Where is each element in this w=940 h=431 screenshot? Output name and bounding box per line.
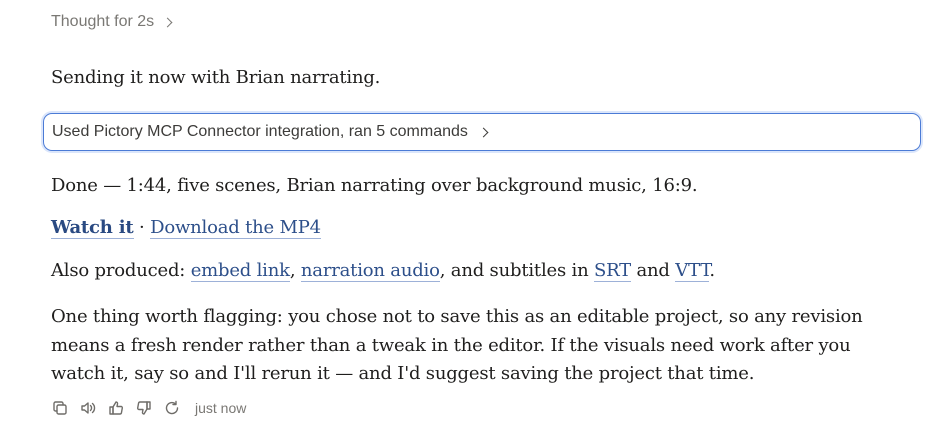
narration-audio-link[interactable]: narration audio	[300, 260, 440, 282]
thought-toggle[interactable]: Thought for 2s	[51, 13, 173, 31]
also-and: and	[630, 260, 676, 281]
chevron-right-icon	[478, 127, 489, 137]
also-prefix: Also produced:	[51, 260, 191, 281]
links-line: Watch it · Download the MP4	[51, 217, 321, 239]
flag-paragraph: One thing worth flagging: you chose not …	[51, 306, 863, 384]
chevron-right-icon	[162, 17, 173, 27]
thumbs-down-icon[interactable]	[135, 399, 153, 417]
summary-text: Done — 1:44, five scenes, Brian narratin…	[51, 175, 698, 196]
download-link[interactable]: Download the MP4	[150, 217, 321, 239]
tool-use-label: Used Pictory MCP Connector integration, …	[52, 123, 468, 140]
thumbs-up-icon[interactable]	[107, 399, 125, 417]
srt-link[interactable]: SRT	[593, 260, 631, 282]
retry-icon[interactable]	[163, 399, 181, 417]
link-separator: ·	[139, 217, 145, 238]
thought-label: Thought for 2s	[51, 13, 155, 30]
also-produced-line: Also produced: embed link, narration aud…	[51, 260, 715, 282]
embed-link[interactable]: embed link	[190, 260, 290, 282]
also-mid: , and subtitles in	[439, 260, 594, 281]
intro-text: Sending it now with Brian narrating.	[51, 67, 381, 88]
also-comma: ,	[289, 260, 301, 281]
speaker-icon[interactable]	[79, 399, 97, 417]
tool-use-summary[interactable]: Used Pictory MCP Connector integration, …	[43, 113, 921, 151]
also-end: .	[709, 260, 715, 281]
watch-link[interactable]: Watch it	[51, 217, 134, 239]
copy-icon[interactable]	[51, 399, 69, 417]
vtt-link[interactable]: VTT	[675, 260, 710, 282]
message-actions: just now	[51, 399, 246, 417]
timestamp: just now	[195, 400, 247, 416]
